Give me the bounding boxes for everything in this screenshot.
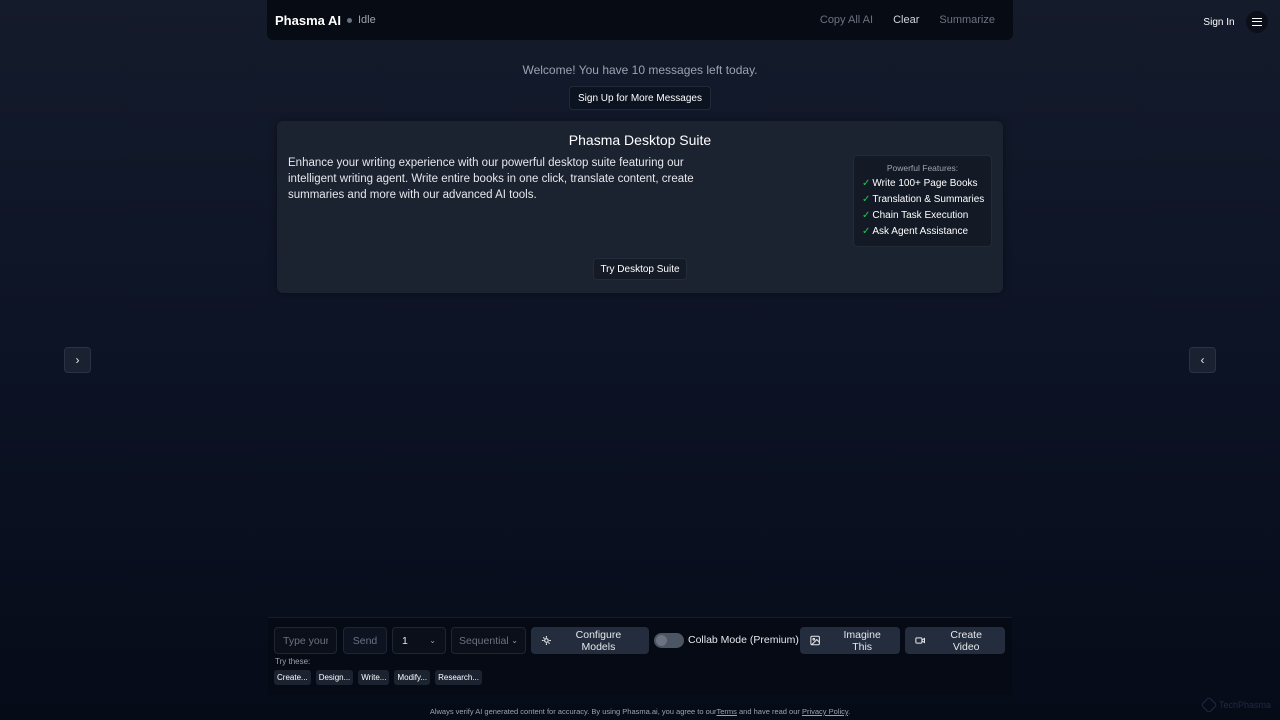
chevron-down-icon: ⌄ — [511, 636, 518, 645]
mode-value: Sequential — [459, 634, 509, 647]
feature-item: ✓ Chain Task Execution — [862, 210, 969, 221]
collab-mode-toggle[interactable] — [654, 633, 684, 648]
try-desktop-suite-button[interactable]: Try Desktop Suite — [593, 258, 687, 280]
watermark-icon — [1200, 696, 1218, 714]
promo-title: Phasma Desktop Suite — [568, 132, 712, 148]
configure-models-button[interactable]: Configure Models — [531, 627, 649, 654]
create-video-button[interactable]: Create Video — [905, 627, 1005, 654]
promo-card: Phasma Desktop Suite Enhance your writin… — [277, 121, 1003, 293]
chevron-right-icon[interactable]: › — [64, 347, 91, 373]
privacy-policy-link[interactable]: Privacy Policy — [802, 707, 848, 716]
promo-description: Enhance your writing experience with our… — [288, 157, 694, 201]
check-icon: ✓ — [862, 210, 871, 221]
mode-select[interactable]: Sequential ⌄ — [451, 627, 526, 654]
footer-text-middle: and have read our — [736, 707, 802, 716]
status-dot-icon — [347, 17, 352, 23]
suggestion-chip-research[interactable]: Research... — [435, 670, 482, 685]
top-actions: Copy All AI Clear Summarize — [810, 14, 1005, 26]
try-these-label: Try these: — [275, 657, 311, 666]
imagine-this-label: Imagine This — [843, 628, 881, 653]
footer-text-suffix: . — [848, 707, 851, 716]
configure-models-label: Configure Models — [575, 628, 622, 653]
response-count-select[interactable]: 1 ⌄ — [392, 627, 446, 654]
imagine-this-button[interactable]: Imagine This — [800, 627, 900, 654]
features-heading: Powerful Features: — [886, 163, 959, 173]
check-icon: ✓ — [862, 178, 871, 189]
send-button[interactable]: Send — [343, 627, 387, 654]
image-icon — [810, 635, 820, 646]
sign-in-button[interactable]: Sign In — [1196, 13, 1242, 31]
feature-item: ✓ Translation & Summaries — [862, 194, 985, 205]
feature-item: ✓ Ask Agent Assistance — [862, 226, 969, 237]
copy-all-ai-button[interactable]: Copy All AI — [810, 14, 883, 26]
count-value: 1 — [402, 634, 408, 647]
feature-item: ✓ Write 100+ Page Books — [862, 178, 978, 189]
composer: Send 1 ⌄ Sequential ⌄ Configure Models C… — [268, 617, 1012, 695]
clear-button[interactable]: Clear — [883, 14, 929, 26]
summarize-button[interactable]: Summarize — [929, 14, 1005, 26]
suggestion-chips: Create... Design... Write... Modify... R… — [274, 670, 482, 685]
video-icon — [915, 637, 926, 644]
watermark: TechPhasma — [1200, 696, 1272, 714]
features-box: Powerful Features: ✓ Write 100+ Page Book… — [853, 155, 992, 247]
hamburger-icon — [1252, 18, 1262, 26]
create-video-label: Create Video — [950, 628, 982, 653]
brand-logo[interactable]: Phasma AI — [275, 13, 341, 28]
chevron-down-icon: ⌄ — [429, 636, 436, 645]
suggestion-chip-write[interactable]: Write... — [358, 670, 390, 685]
top-bar: Phasma AI Idle Copy All AI Clear Summari… — [267, 0, 1013, 40]
status-text: Idle — [358, 14, 376, 26]
check-icon: ✓ — [862, 226, 871, 237]
chevron-left-icon[interactable]: ‹ — [1189, 347, 1216, 373]
models-icon — [541, 635, 551, 646]
toggle-knob — [656, 635, 667, 646]
check-icon: ✓ — [862, 194, 871, 205]
suggestion-chip-create[interactable]: Create... — [274, 670, 311, 685]
footer-disclaimer: Always verify AI generated content for a… — [0, 707, 1280, 716]
welcome-message: Welcome! You have 10 messages left today… — [522, 63, 758, 77]
suggestion-chip-modify[interactable]: Modify... — [394, 670, 431, 685]
collab-mode-label: Collab Mode (Premium) — [688, 634, 799, 646]
menu-button[interactable] — [1246, 11, 1268, 33]
watermark-text: TechPhasma — [1219, 700, 1272, 710]
sign-up-button[interactable]: Sign Up for More Messages — [569, 86, 711, 110]
suggestion-chip-design[interactable]: Design... — [315, 670, 354, 685]
terms-link[interactable]: Terms — [717, 707, 737, 716]
message-input[interactable] — [274, 627, 337, 654]
footer-text: Always verify AI generated content for a… — [429, 707, 717, 716]
